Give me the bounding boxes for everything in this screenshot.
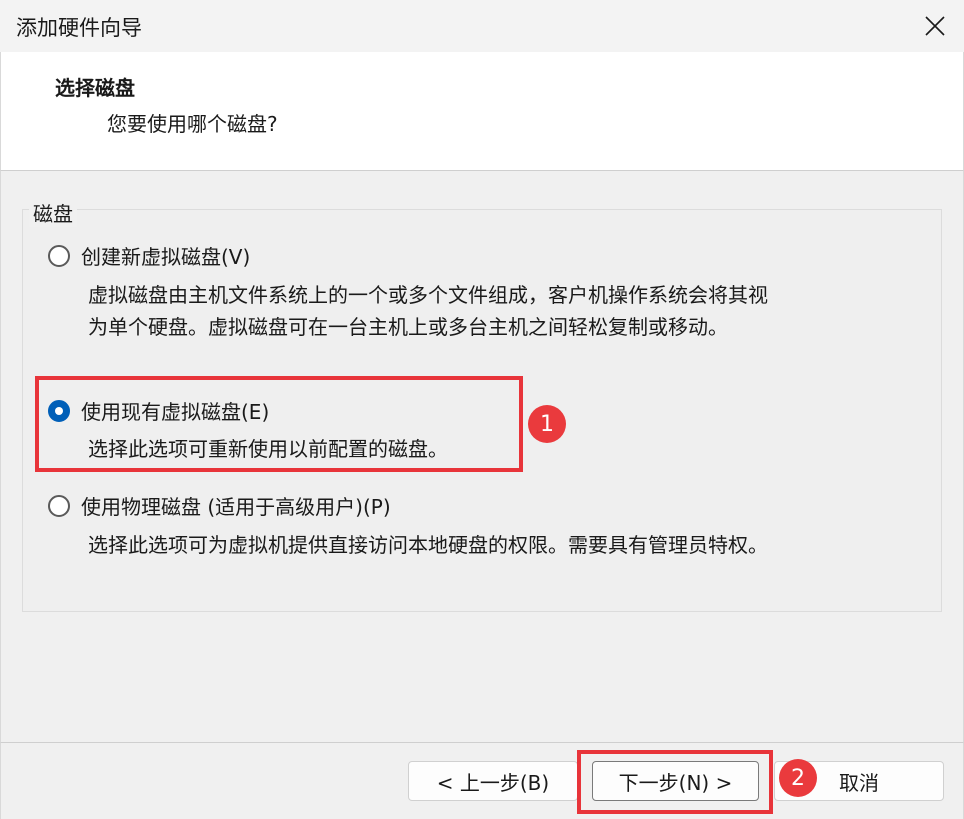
page-subtitle: 您要使用哪个磁盘? — [107, 112, 278, 136]
title-bar: 添加硬件向导 — [0, 0, 964, 53]
close-icon — [925, 16, 945, 36]
option-use-physical-disk[interactable]: 使用物理磁盘 (适用于高级用户)(P) — [48, 491, 391, 520]
option-description: 虚拟磁盘由主机文件系统上的一个或多个文件组成，客户机操作系统会将其视 — [88, 283, 768, 307]
option-label: 使用物理磁盘 (适用于高级用户)(P) — [81, 495, 391, 519]
page-title: 选择磁盘 — [55, 76, 135, 100]
window-title: 添加硬件向导 — [16, 16, 142, 40]
wizard-header: 选择磁盘 您要使用哪个磁盘? — [0, 52, 964, 171]
annotation-highlight-box — [35, 376, 523, 472]
option-create-new-disk[interactable]: 创建新虚拟磁盘(V) — [48, 241, 250, 270]
radio-use-physical-disk[interactable] — [48, 494, 70, 517]
groupbox-legend: 磁盘 — [29, 198, 77, 227]
option-description: 选择此选项可为虚拟机提供直接访问本地硬盘的权限。需要具有管理员特权。 — [88, 533, 768, 557]
wizard-footer: < 上一步(B) 下一步(N) > 取消 2 — [0, 742, 964, 819]
option-label: 创建新虚拟磁盘(V) — [81, 245, 251, 269]
annotation-highlight-box — [577, 750, 773, 814]
close-button[interactable] — [906, 0, 964, 52]
radio-create-new-disk[interactable] — [48, 244, 70, 267]
back-button[interactable]: < 上一步(B) — [408, 761, 578, 801]
annotation-badge-1: 1 — [528, 405, 566, 443]
annotation-badge-2: 2 — [779, 759, 817, 797]
wizard-content: 磁盘 创建新虚拟磁盘(V) 虚拟磁盘由主机文件系统上的一个或多个文件组成，客户机… — [0, 171, 964, 742]
option-description: 为单个硬盘。虚拟磁盘可在一台主机上或多台主机之间轻松复制或移动。 — [88, 315, 728, 339]
